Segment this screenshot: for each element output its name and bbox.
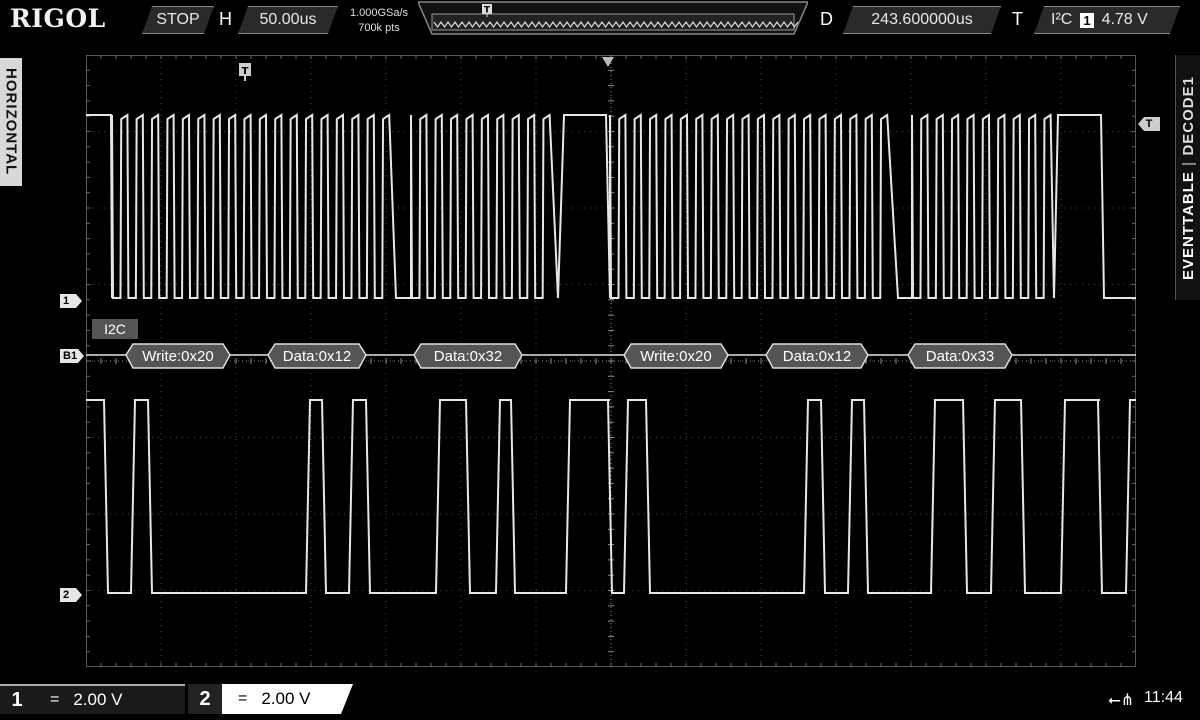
- clock: 11:44: [1144, 689, 1183, 706]
- trigger-level-marker[interactable]: T: [1138, 117, 1160, 131]
- memory-depth: 700k pts: [358, 22, 400, 34]
- decode-frame-label: Write:0x20: [142, 348, 213, 365]
- ch2-scale: 2.00 V: [261, 689, 311, 708]
- ch2-trace: [86, 399, 1136, 594]
- ch1-number: 1: [11, 688, 23, 711]
- decode-frame[interactable]: Write:0x20: [125, 343, 231, 369]
- tab-eventtable[interactable]: EVENTTABLE: [1180, 171, 1197, 280]
- delay-indicator: D: [820, 9, 833, 29]
- ch2-marker[interactable]: 2: [60, 588, 82, 602]
- memory-overview[interactable]: T: [418, 0, 808, 38]
- decode-frame-label: Data:0x33: [926, 348, 994, 365]
- decode-frame-label: Write:0x20: [640, 348, 711, 365]
- decode-frame-label: Data:0x12: [283, 348, 351, 365]
- trigger-type: I²C: [1051, 11, 1073, 28]
- brand-logo: RIGOL: [10, 4, 106, 33]
- sampling-info: 1.000GSa/s 700k pts: [344, 6, 414, 36]
- ch2-number: 2: [188, 684, 222, 714]
- usb-icon: ⭠⋔: [1108, 692, 1135, 709]
- ch1-settings-button[interactable]: 1 = 2.00 V: [0, 684, 185, 714]
- decode-frame[interactable]: Data:0x32: [413, 343, 523, 369]
- run-stop-button[interactable]: STOP: [142, 6, 214, 34]
- ch2-settings-button[interactable]: 2 = 2.00 V: [188, 684, 353, 714]
- decode-frame[interactable]: Write:0x20: [623, 343, 729, 369]
- timebase-value: 50.00us: [259, 11, 317, 28]
- ch1-scale: 2.00 V: [73, 690, 123, 709]
- trigger-display[interactable]: I²C 1 4.78 V: [1034, 6, 1180, 34]
- run-state-label: STOP: [156, 11, 200, 28]
- waveform-display[interactable]: Write:0x20 Data:0x12 Data:0x32 Write:0x20 Da…: [86, 55, 1136, 667]
- tab-horizontal[interactable]: HORIZONTAL: [0, 58, 22, 186]
- decode-frames: Write:0x20 Data:0x12 Data:0x32 Write:0x20 Da…: [125, 343, 1013, 369]
- top-status-bar: RIGOL STOP H 50.00us 1.000GSa/s 700k pts…: [0, 0, 1200, 44]
- ch2-coupling-icon: =: [238, 690, 248, 707]
- trigger-level: 4.78 V: [1101, 11, 1148, 28]
- trigger-indicator: T: [1012, 9, 1023, 29]
- decode-frame[interactable]: Data:0x33: [907, 343, 1013, 369]
- ch1-marker[interactable]: 1: [60, 294, 82, 308]
- top-trigger-icon: T: [239, 63, 251, 81]
- trigger-position-icon: [602, 57, 614, 67]
- delay-display[interactable]: 243.600000us: [843, 6, 1001, 34]
- sample-rate: 1.000GSa/s: [349, 7, 409, 19]
- decode-frame[interactable]: Data:0x12: [765, 343, 869, 369]
- decode-frame-label: Data:0x12: [783, 348, 851, 365]
- delay-value: 243.600000us: [871, 11, 973, 28]
- decode-frame-label: Data:0x32: [434, 348, 502, 365]
- bus-marker[interactable]: B1: [60, 349, 84, 363]
- tab-decode1[interactable]: DECODE1: [1180, 76, 1197, 156]
- decode-frame[interactable]: Data:0x12: [267, 343, 367, 369]
- svg-text:T: T: [242, 66, 249, 77]
- ch1-coupling-icon: =: [50, 691, 60, 708]
- ch1-trace: [86, 113, 1136, 299]
- trigger-source: 1: [1080, 13, 1093, 28]
- timebase-display[interactable]: 50.00us: [238, 6, 338, 34]
- tab-eventtable-decode[interactable]: EVENTTABLE | DECODE1: [1175, 55, 1200, 300]
- horizontal-indicator: H: [219, 9, 232, 29]
- bus-protocol-label: I2C: [92, 319, 138, 339]
